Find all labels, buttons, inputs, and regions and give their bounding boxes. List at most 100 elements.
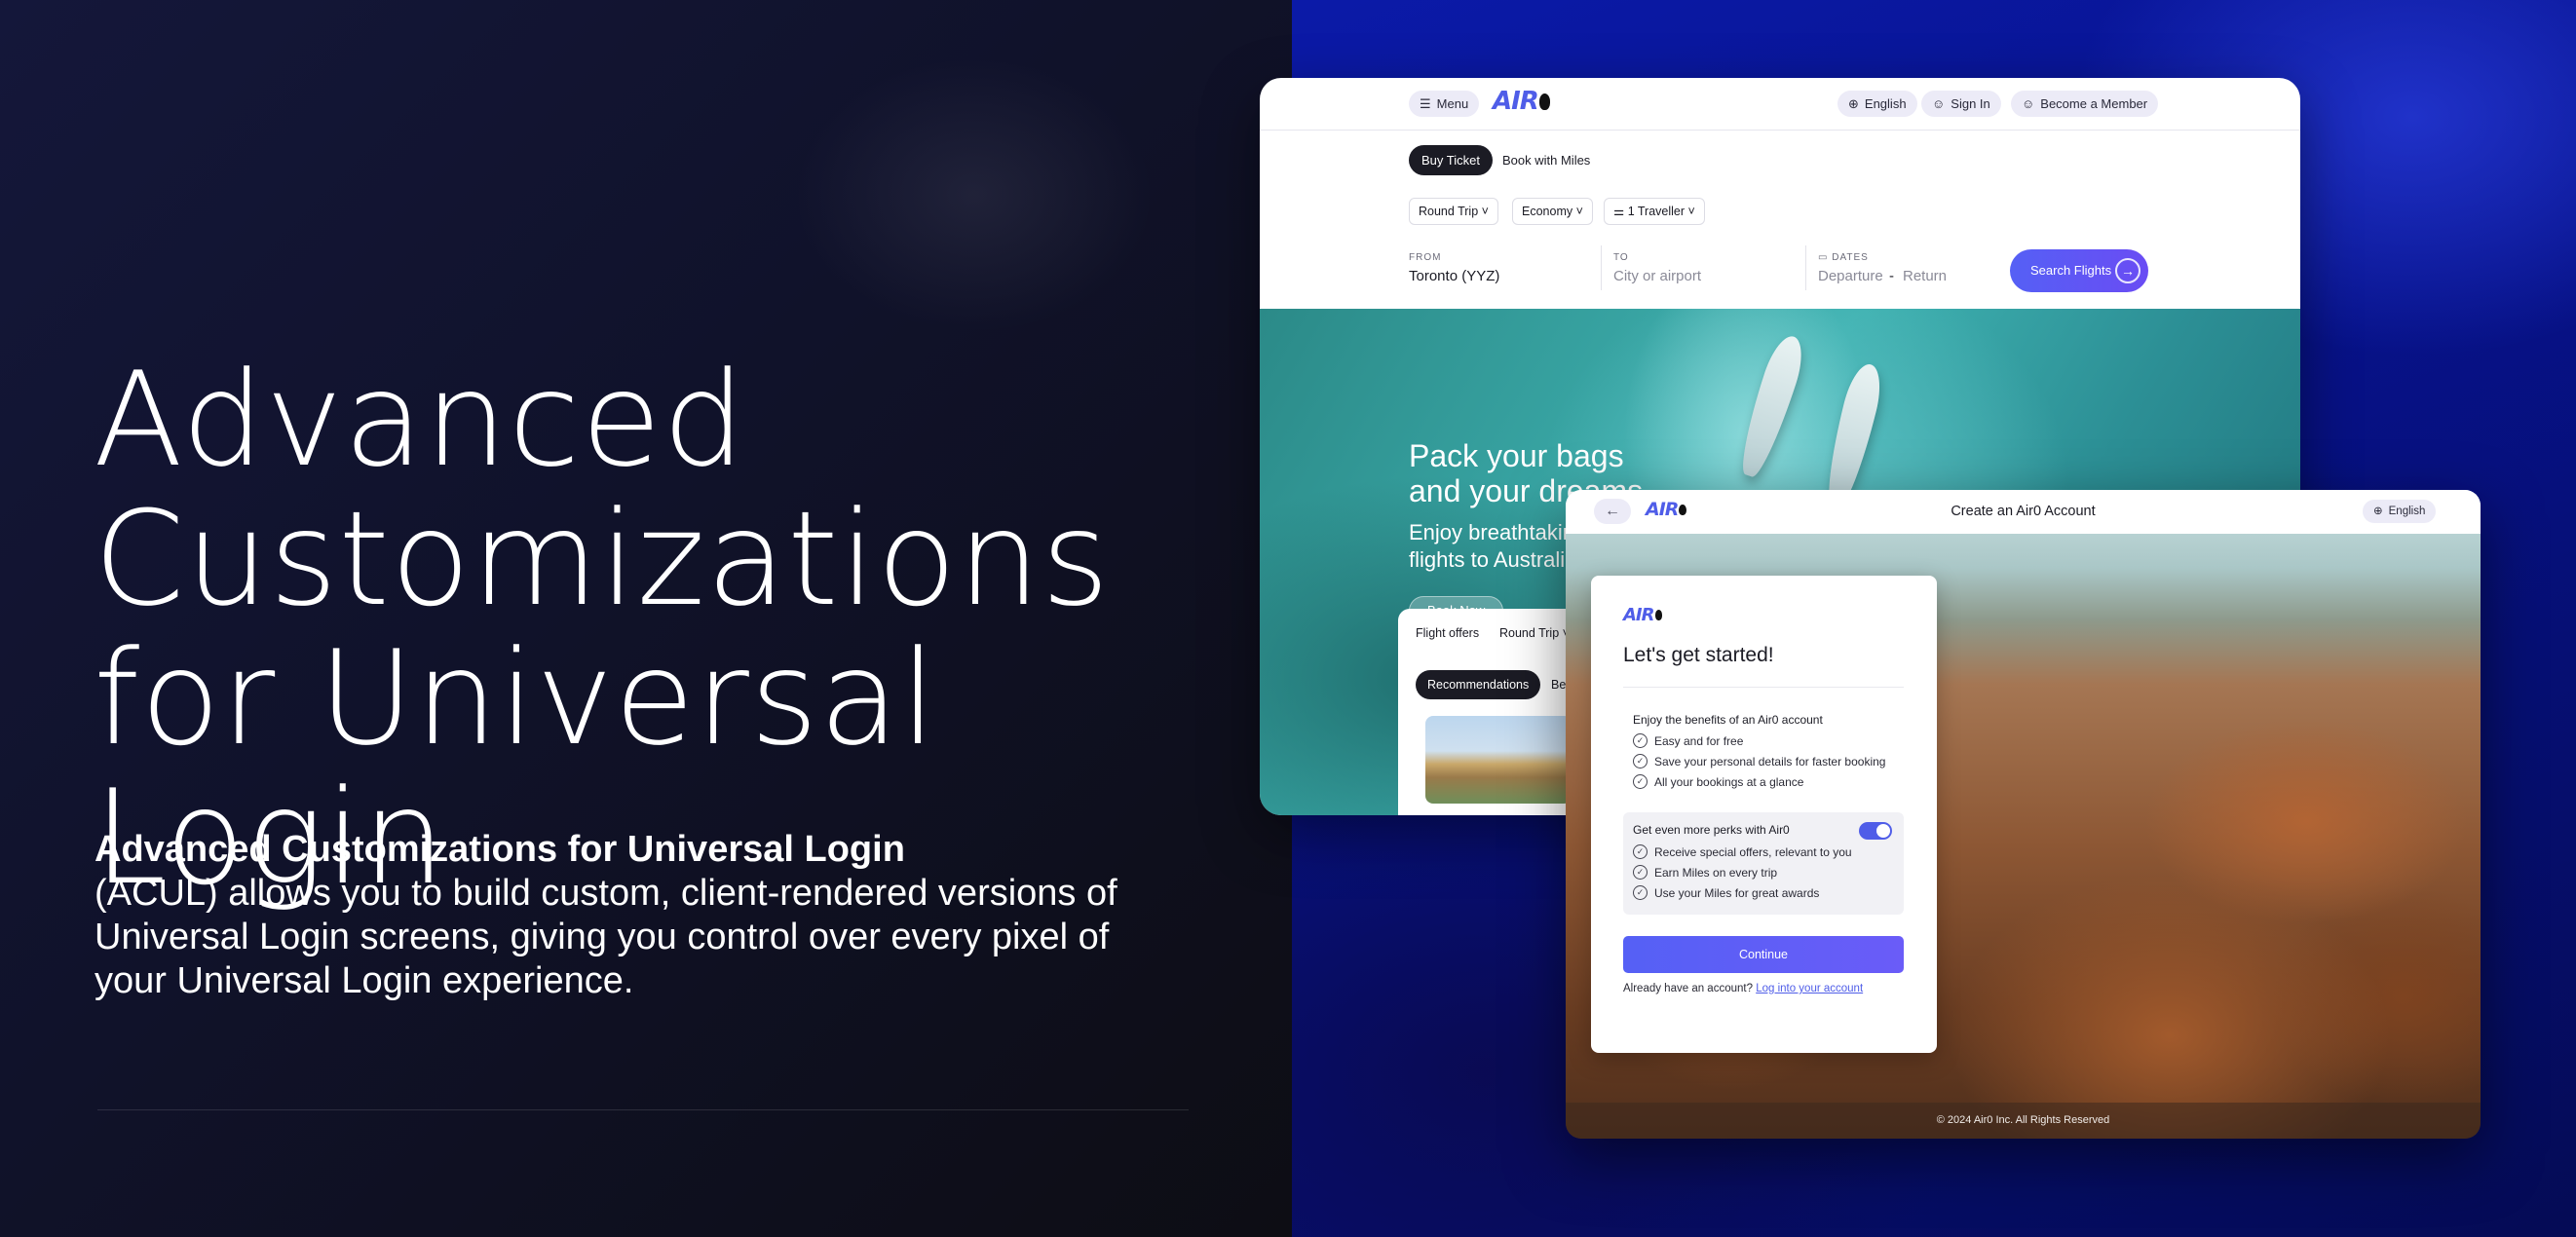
perks-toggle[interactable] bbox=[1859, 822, 1892, 840]
flight-offers-title: Flight offers bbox=[1416, 626, 1480, 640]
check-circle-icon: ✓ bbox=[1633, 754, 1648, 768]
signup-navbar: Create an Air0 Account ← AIR ⊕ English bbox=[1566, 490, 2481, 534]
sliders-icon: ⚌ bbox=[1613, 205, 1628, 218]
logo-mark-icon bbox=[1654, 610, 1663, 621]
user-add-icon: ☺ bbox=[2022, 96, 2035, 111]
travellers-dropdown[interactable]: ⚌ 1 Traveller ˅ bbox=[1604, 198, 1705, 225]
hero-title-line: Customizations bbox=[94, 483, 1111, 635]
offer-thumbnail-image[interactable] bbox=[1425, 716, 1572, 804]
to-label: TO bbox=[1613, 252, 1629, 263]
check-circle-icon: ✓ bbox=[1633, 774, 1648, 789]
boat-image bbox=[1732, 331, 1810, 481]
perk-label: Use your Miles for great awards bbox=[1654, 885, 1820, 900]
cabin-dropdown[interactable]: Economy ˅ bbox=[1512, 198, 1593, 225]
air0-logo[interactable]: AIR bbox=[1646, 499, 1687, 520]
offers-trip-label: Round Trip bbox=[1499, 626, 1560, 640]
login-prompt: Already have an account? Log into your a… bbox=[1623, 983, 1863, 994]
benefit-item: ✓ Easy and for free bbox=[1633, 733, 1743, 748]
logo-text: AIR bbox=[1623, 605, 1654, 625]
divider bbox=[97, 1109, 1189, 1110]
logo-text: AIR bbox=[1493, 87, 1539, 116]
to-input[interactable]: City or airport bbox=[1613, 268, 1701, 284]
recommendations-tab[interactable]: Recommendations bbox=[1416, 670, 1541, 699]
card-logo: AIR bbox=[1623, 605, 1663, 625]
logo-mark-icon bbox=[1679, 504, 1687, 516]
chevron-down-icon: ˅ bbox=[1687, 205, 1695, 218]
check-circle-icon: ✓ bbox=[1633, 885, 1648, 900]
chevron-down-icon: ˅ bbox=[1575, 205, 1583, 218]
dates-label-text: DATES bbox=[1832, 252, 1869, 263]
promo-heading-line: Pack your bags bbox=[1409, 438, 1624, 473]
field-divider bbox=[1805, 245, 1806, 290]
cabin-label: Economy bbox=[1522, 205, 1573, 218]
sign-in-label: Sign In bbox=[1951, 96, 1990, 111]
perk-item: ✓ Earn Miles on every trip bbox=[1633, 865, 1777, 880]
language-button[interactable]: ⊕ English bbox=[2363, 500, 2437, 523]
hero-description: Advanced Customizations for Universal Lo… bbox=[95, 828, 1127, 1003]
perk-item: ✓ Receive special offers, relevant to you bbox=[1633, 844, 1852, 859]
trip-type-dropdown[interactable]: Round Trip ˅ bbox=[1409, 198, 1498, 225]
hero-title-line: Advanced bbox=[94, 344, 746, 496]
return-input[interactable]: Return bbox=[1903, 268, 1947, 284]
globe-icon: ⊕ bbox=[1848, 96, 1859, 111]
departure-input[interactable]: Departure bbox=[1818, 268, 1883, 284]
sign-in-button[interactable]: ☺ Sign In bbox=[1921, 91, 2001, 117]
logo-text: AIR bbox=[1646, 499, 1679, 520]
menu-button[interactable]: ☰ Menu bbox=[1409, 91, 1480, 117]
signup-footer: © 2024 Air0 Inc. All Rights Reserved bbox=[1566, 1103, 2481, 1139]
booking-navbar: ☰ Menu AIR ⊕ English ☺ Sign In ☺ Become … bbox=[1260, 78, 2300, 131]
from-input[interactable]: Toronto (YYZ) bbox=[1409, 268, 1499, 284]
signup-card: AIR Let's get started! Enjoy the benefit… bbox=[1591, 576, 1937, 1053]
toggle-knob bbox=[1876, 824, 1890, 838]
signup-window: Create an Air0 Account ← AIR ⊕ English A… bbox=[1566, 490, 2481, 1139]
hero-description-text: (ACUL) allows you to build custom, clien… bbox=[95, 873, 1118, 1001]
benefit-item: ✓ Save your personal details for faster b… bbox=[1633, 754, 1885, 768]
back-button[interactable]: ← bbox=[1594, 499, 1631, 524]
hero-title: Advanced Customizations for Universal Lo… bbox=[94, 351, 1243, 908]
become-member-button[interactable]: ☺ Become a Member bbox=[2011, 91, 2159, 117]
perks-heading: Get even more perks with Air0 bbox=[1633, 823, 1790, 837]
benefit-label: Easy and for free bbox=[1654, 733, 1744, 748]
offers-trip-dropdown[interactable]: Round Trip ˅ bbox=[1499, 626, 1570, 640]
offers-next-tab[interactable]: Be bbox=[1551, 670, 1566, 699]
language-label: English bbox=[2388, 506, 2426, 517]
menu-label: Menu bbox=[1436, 96, 1469, 111]
benefit-item: ✓ All your bookings at a glance bbox=[1633, 774, 1803, 789]
hero-description-bold: Advanced Customizations for Universal Lo… bbox=[95, 829, 905, 870]
login-link[interactable]: Log into your account bbox=[1756, 983, 1863, 994]
from-label: FROM bbox=[1409, 252, 1442, 263]
calendar-icon: ▭ bbox=[1818, 252, 1833, 263]
search-flights-label: Search Flights bbox=[2030, 263, 2112, 278]
date-separator: - bbox=[1889, 268, 1894, 284]
check-circle-icon: ✓ bbox=[1633, 865, 1648, 880]
perk-item: ✓ Use your Miles for great awards bbox=[1633, 885, 1819, 900]
tab-buy-ticket[interactable]: Buy Ticket bbox=[1409, 145, 1493, 175]
air0-logo[interactable]: AIR bbox=[1493, 87, 1550, 116]
check-circle-icon: ✓ bbox=[1633, 733, 1648, 748]
perks-box: Get even more perks with Air0 ✓ Receive s… bbox=[1623, 812, 1904, 915]
field-divider bbox=[1601, 245, 1602, 290]
globe-icon: ⊕ bbox=[2373, 506, 2383, 517]
signup-heading: Let's get started! bbox=[1623, 644, 1774, 666]
chevron-down-icon: ˅ bbox=[1481, 205, 1489, 218]
search-flights-button[interactable]: Search Flights → bbox=[2010, 249, 2148, 292]
become-member-label: Become a Member bbox=[2040, 96, 2148, 111]
check-circle-icon: ✓ bbox=[1633, 844, 1648, 859]
card-divider bbox=[1623, 687, 1904, 688]
user-icon: ☺ bbox=[1932, 96, 1946, 111]
perk-label: Receive special offers, relevant to you bbox=[1654, 844, 1852, 859]
tab-book-with-miles[interactable]: Book with Miles bbox=[1502, 145, 1590, 175]
continue-button[interactable]: Continue bbox=[1623, 936, 1904, 973]
language-button[interactable]: ⊕ English bbox=[1837, 91, 1917, 117]
perk-label: Earn Miles on every trip bbox=[1654, 865, 1778, 880]
flight-offers-card: Flight offers Round Trip ˅ Recommendatio… bbox=[1398, 609, 1593, 815]
signup-window-title: Create an Air0 Account bbox=[1951, 504, 2096, 519]
trip-type-label: Round Trip bbox=[1419, 205, 1479, 218]
dates-label: ▭ DATES bbox=[1818, 252, 1869, 263]
arrow-right-icon: → bbox=[2115, 258, 2140, 283]
arrow-left-icon: ← bbox=[1605, 503, 1620, 519]
language-label: English bbox=[1864, 96, 1907, 111]
have-account-text: Already have an account? bbox=[1623, 983, 1753, 994]
travellers-label: 1 Traveller bbox=[1627, 205, 1686, 218]
benefits-heading: Enjoy the benefits of an Air0 account bbox=[1633, 713, 1823, 727]
